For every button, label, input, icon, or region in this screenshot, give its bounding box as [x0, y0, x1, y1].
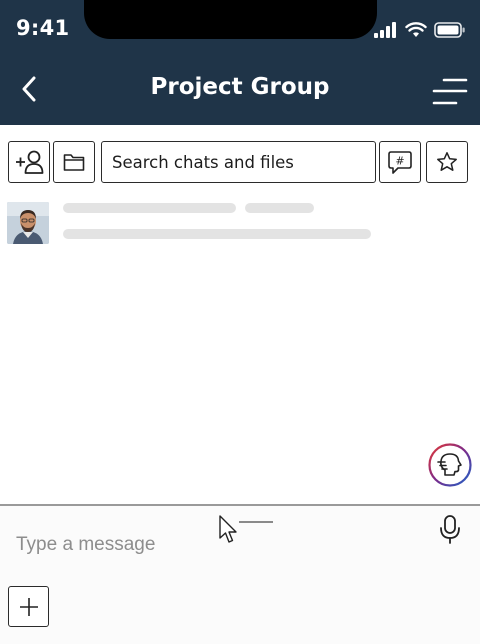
menu-button[interactable]: [432, 76, 468, 108]
status-icons: [374, 20, 466, 40]
attach-button[interactable]: [8, 586, 49, 627]
hashtag-chat-icon: #: [388, 151, 412, 174]
battery-icon: [434, 22, 465, 38]
status-time: 9:41: [16, 16, 70, 40]
skeleton-name-placeholder: [63, 203, 236, 213]
wifi-icon: [405, 22, 427, 37]
app-header: 9:41 Project Group: [0, 0, 480, 125]
avatar-photo: [7, 202, 49, 244]
compose-drag-handle[interactable]: [239, 521, 273, 523]
device-notch: [84, 0, 377, 39]
star-icon: [437, 152, 457, 171]
microphone-icon: [440, 515, 460, 544]
toolbar: Search chats and files #: [0, 141, 480, 185]
speech-head-icon: [428, 443, 472, 487]
files-button[interactable]: [53, 141, 95, 183]
skeleton-preview-placeholder: [63, 229, 371, 239]
svg-text:#: #: [395, 155, 404, 168]
compose-area: Type a message: [0, 506, 480, 644]
page-title: Project Group: [150, 74, 330, 100]
menu-icon: [432, 78, 468, 105]
channels-button[interactable]: #: [379, 141, 421, 183]
search-input[interactable]: Search chats and files: [101, 141, 376, 183]
voice-message-button[interactable]: [436, 514, 464, 548]
favorites-button[interactable]: [426, 141, 468, 183]
assistant-button[interactable]: [428, 443, 472, 487]
plus-icon: [19, 597, 38, 616]
mouse-cursor-icon: [219, 515, 237, 543]
signal-icon: [374, 22, 396, 38]
add-member-button[interactable]: [8, 141, 50, 183]
avatar: [7, 202, 49, 244]
message-input[interactable]: Type a message: [16, 530, 416, 560]
add-person-icon: [16, 150, 44, 174]
folder-icon: [63, 154, 85, 171]
chat-list-item[interactable]: [7, 202, 477, 246]
skeleton-time-placeholder: [245, 203, 314, 213]
